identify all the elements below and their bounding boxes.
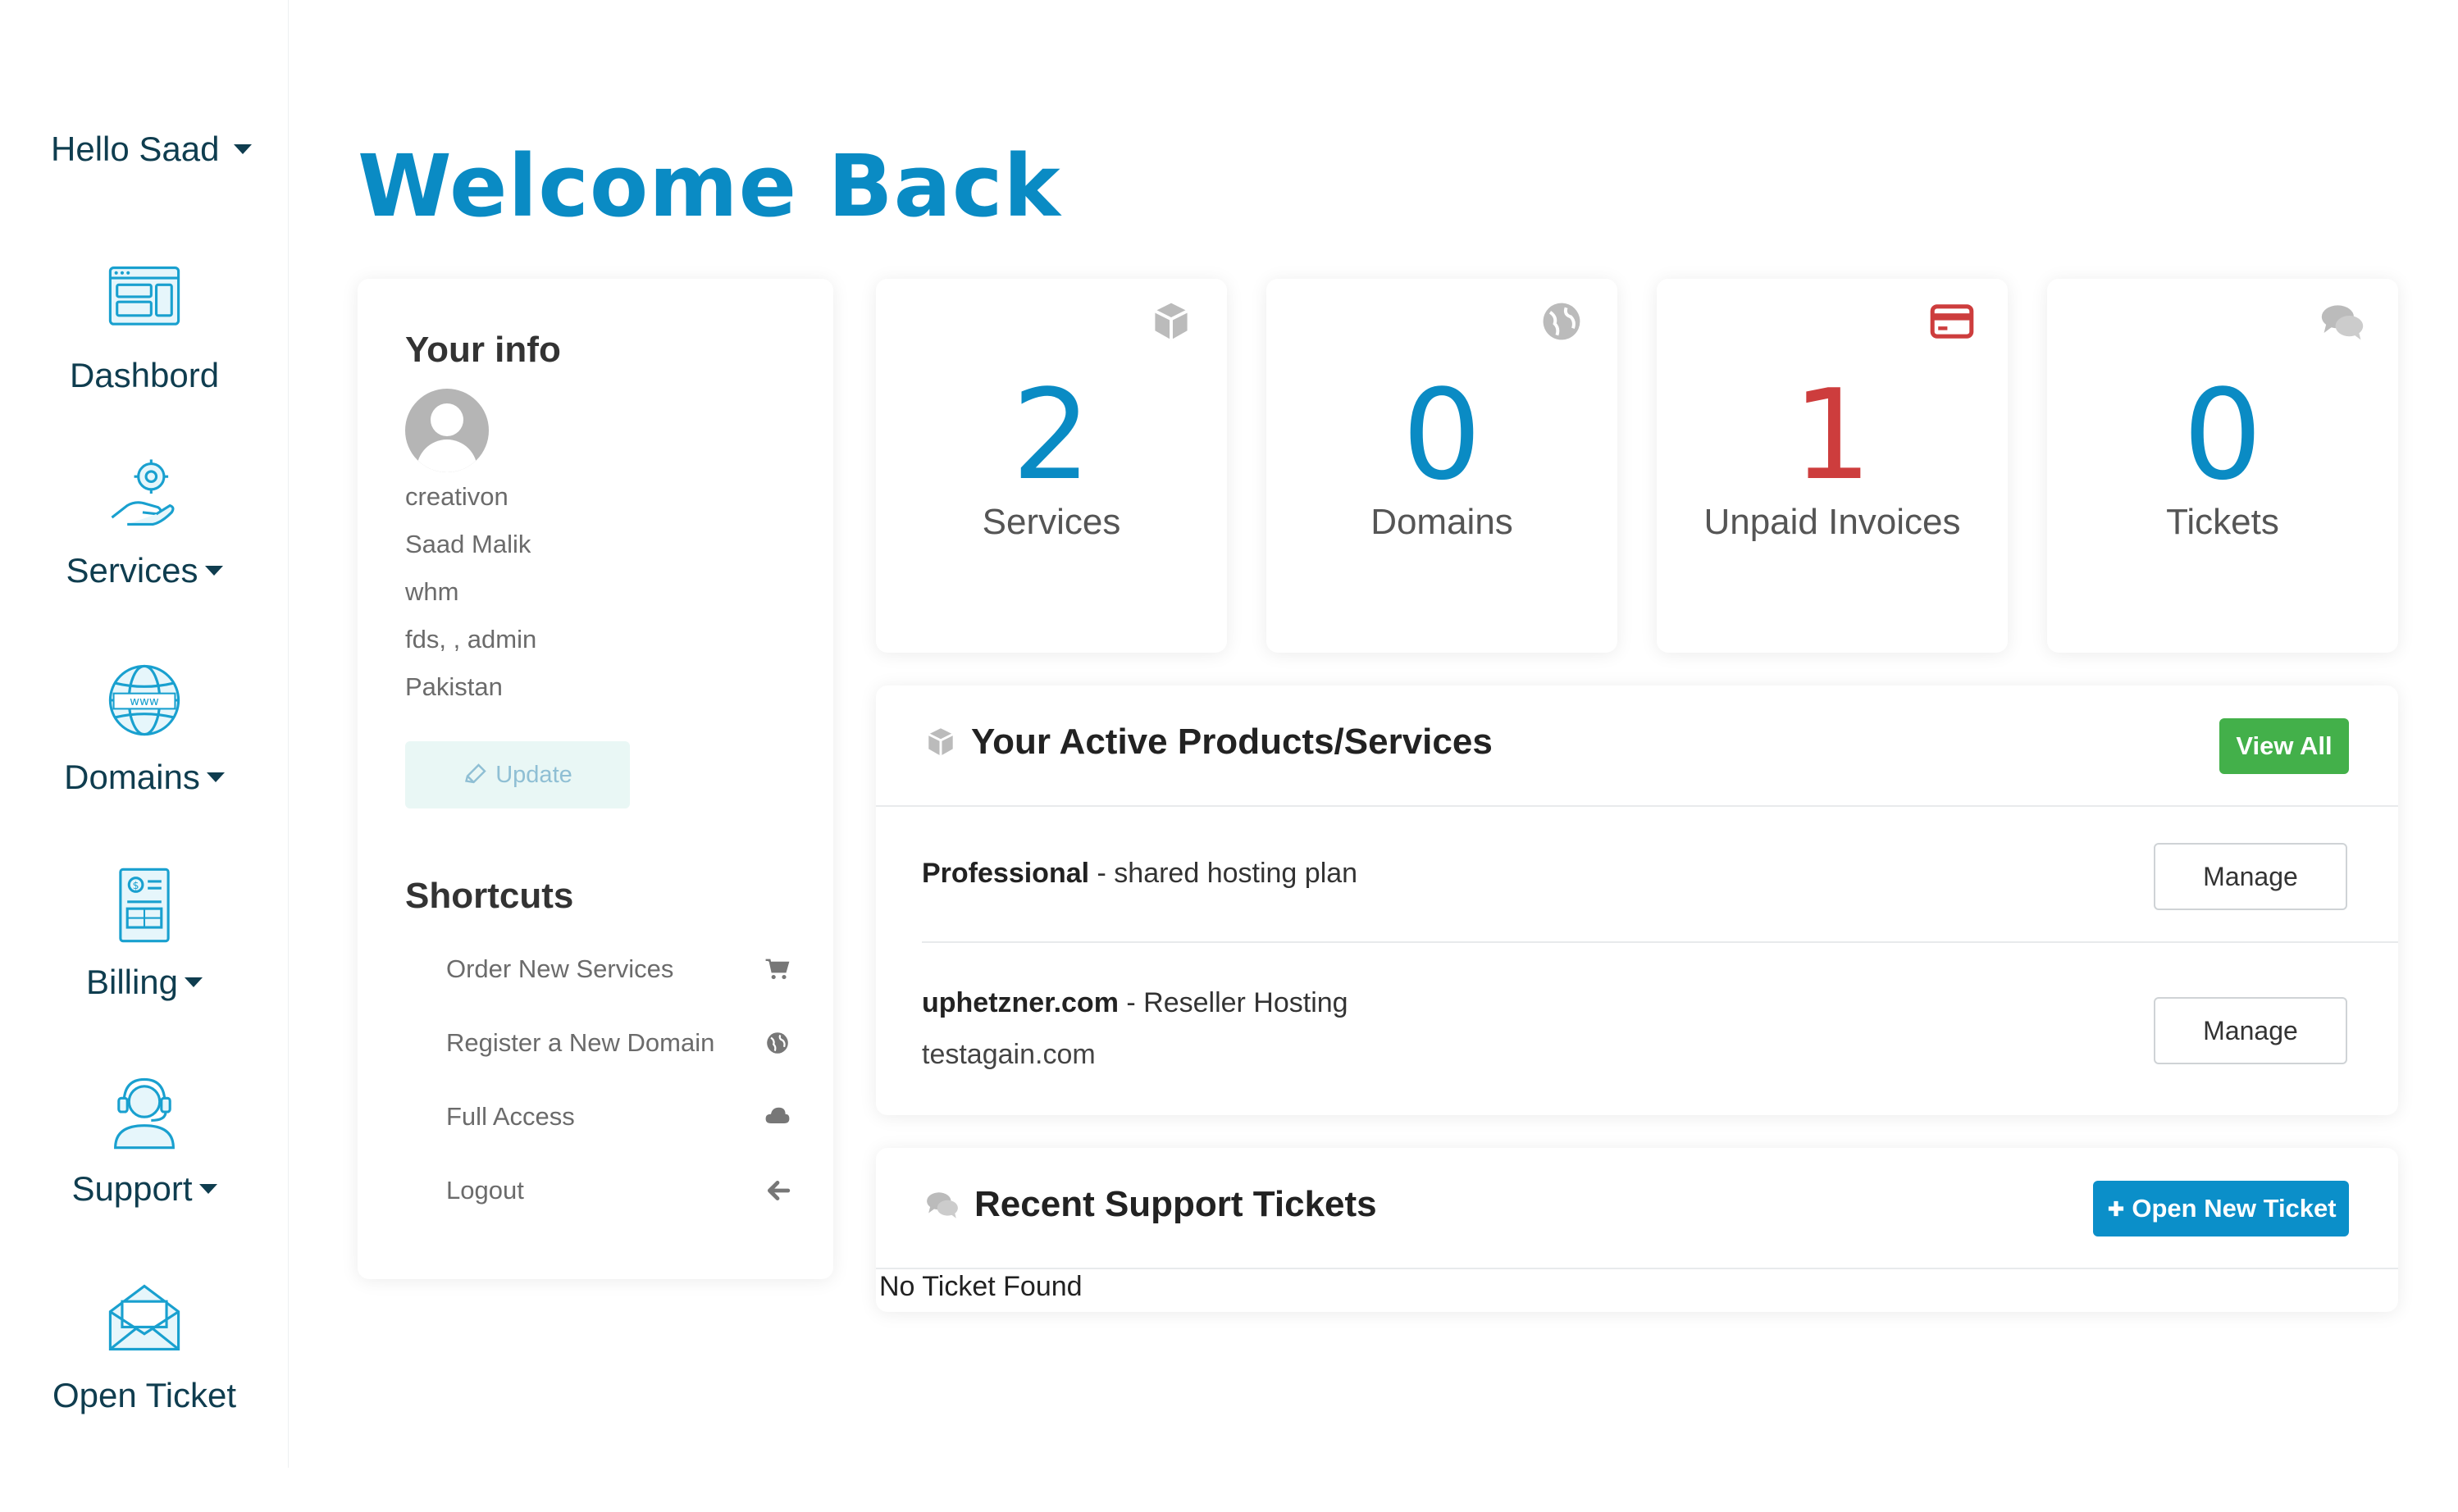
- caret-down-icon: [198, 1184, 217, 1194]
- sidebar-item-label: Dashbord: [69, 356, 220, 394]
- sidebar-item-domains[interactable]: www Domains: [0, 658, 289, 797]
- stat-label: Services: [982, 502, 1121, 542]
- stat-value: 1: [1792, 362, 1872, 508]
- sidebar-item-dashboard[interactable]: Dashbord: [0, 256, 289, 395]
- services-icon: [111, 459, 175, 526]
- stat-card-unpaid-invoices[interactable]: 1 Unpaid Invoices: [1657, 279, 2008, 653]
- info-line-3: whm: [405, 577, 459, 606]
- shortcut-register-domain[interactable]: Register a New Domain: [446, 1028, 791, 1058]
- cart-icon: [765, 959, 790, 980]
- user-menu[interactable]: Hello Saad: [51, 130, 253, 169]
- sidebar-item-label: Support: [71, 1169, 217, 1209]
- comments-icon: [2321, 305, 2364, 340]
- dashboard-icon: [108, 266, 180, 326]
- support-tickets-panel: Recent Support Tickets Open New Ticket N…: [876, 1148, 2398, 1312]
- manage-button[interactable]: Manage: [2154, 997, 2347, 1064]
- shortcut-label: Full Access: [446, 1102, 575, 1131]
- shortcut-label: Register a New Domain: [446, 1028, 715, 1057]
- update-button[interactable]: Update: [405, 741, 630, 808]
- stat-label: Domains: [1370, 502, 1513, 542]
- shortcut-full-access[interactable]: Full Access: [446, 1102, 791, 1132]
- svg-text:$: $: [133, 879, 139, 891]
- caret-down-icon: [234, 144, 253, 154]
- row-divider: [922, 941, 2398, 943]
- stat-card-tickets[interactable]: 0 Tickets: [2047, 279, 2398, 653]
- shortcut-order-new-services[interactable]: Order New Services: [446, 954, 791, 984]
- info-company: creativon: [405, 482, 508, 511]
- shortcut-logout[interactable]: Logout: [446, 1176, 791, 1205]
- sidebar-item-billing[interactable]: $ Billing: [0, 863, 289, 1002]
- page-title: Welcome Back: [358, 136, 1061, 236]
- pencil-icon: [465, 763, 486, 784]
- open-new-ticket-button[interactable]: Open New Ticket: [2093, 1181, 2349, 1236]
- caret-down-icon: [204, 566, 223, 576]
- panel-header: Your Active Products/Services View All: [876, 685, 2398, 807]
- stat-label: Unpaid Invoices: [1703, 502, 1961, 542]
- stat-value: 0: [2182, 362, 2263, 508]
- info-address: fds, , admin: [405, 625, 537, 654]
- stat-value: 2: [1011, 362, 1092, 508]
- plus-icon: [2109, 1200, 2124, 1217]
- avatar: [405, 389, 489, 472]
- comments-icon: [927, 1192, 958, 1218]
- cube-icon: [928, 728, 954, 756]
- manage-button[interactable]: Manage: [2154, 843, 2347, 910]
- active-products-panel: Your Active Products/Services View All P…: [876, 685, 2398, 1115]
- sidebar-item-services[interactable]: Services: [0, 451, 289, 590]
- caret-down-icon: [185, 977, 203, 987]
- cube-icon: [1154, 303, 1188, 340]
- headset-icon: [114, 1077, 175, 1150]
- empty-state-text: No Ticket Found: [879, 1271, 1083, 1302]
- shortcut-label: Logout: [446, 1176, 524, 1205]
- greeting-label: Hello Saad: [51, 130, 220, 168]
- sidebar-item-open-ticket[interactable]: Open Ticket: [0, 1276, 289, 1415]
- globe-icon: [1543, 303, 1580, 340]
- info-card: Your info creativon Saad Malik whm fds, …: [358, 279, 833, 1279]
- shortcuts-title: Shortcuts: [405, 876, 574, 916]
- sidebar: Hello Saad Dashbord Services www Domains…: [0, 0, 289, 1468]
- info-title: Your info: [405, 330, 561, 370]
- panel-title: Your Active Products/Services: [923, 722, 1493, 763]
- sidebar-item-label: Services: [66, 551, 223, 590]
- shortcut-label: Order New Services: [446, 954, 674, 983]
- info-name: Saad Malik: [405, 530, 531, 558]
- sidebar-item-support[interactable]: Support: [0, 1069, 289, 1209]
- stat-label: Tickets: [2166, 502, 2279, 542]
- stat-card-domains[interactable]: 0 Domains: [1266, 279, 1617, 653]
- envelope-icon: [108, 1284, 180, 1350]
- stat-value: 0: [1402, 362, 1482, 508]
- credit-card-icon: [1930, 304, 1974, 339]
- panel-title: Recent Support Tickets: [923, 1184, 1377, 1225]
- view-all-button[interactable]: View All: [2219, 718, 2349, 774]
- sidebar-item-label: Domains: [64, 758, 225, 797]
- arrow-left-icon: [768, 1181, 791, 1200]
- caret-down-icon: [206, 772, 225, 782]
- svg-text:www: www: [130, 695, 159, 708]
- billing-icon: $: [119, 868, 170, 943]
- cloud-icon: [765, 1107, 790, 1123]
- globe-icon: [767, 1032, 788, 1054]
- panel-header: Recent Support Tickets Open New Ticket: [876, 1148, 2398, 1269]
- sidebar-item-label: Open Ticket: [52, 1376, 237, 1414]
- update-label: Update: [495, 761, 572, 788]
- info-country: Pakistan: [405, 672, 503, 701]
- globe-www-icon: www: [108, 664, 180, 736]
- stat-card-services[interactable]: 2 Services: [876, 279, 1227, 653]
- sidebar-item-label: Billing: [86, 963, 203, 1002]
